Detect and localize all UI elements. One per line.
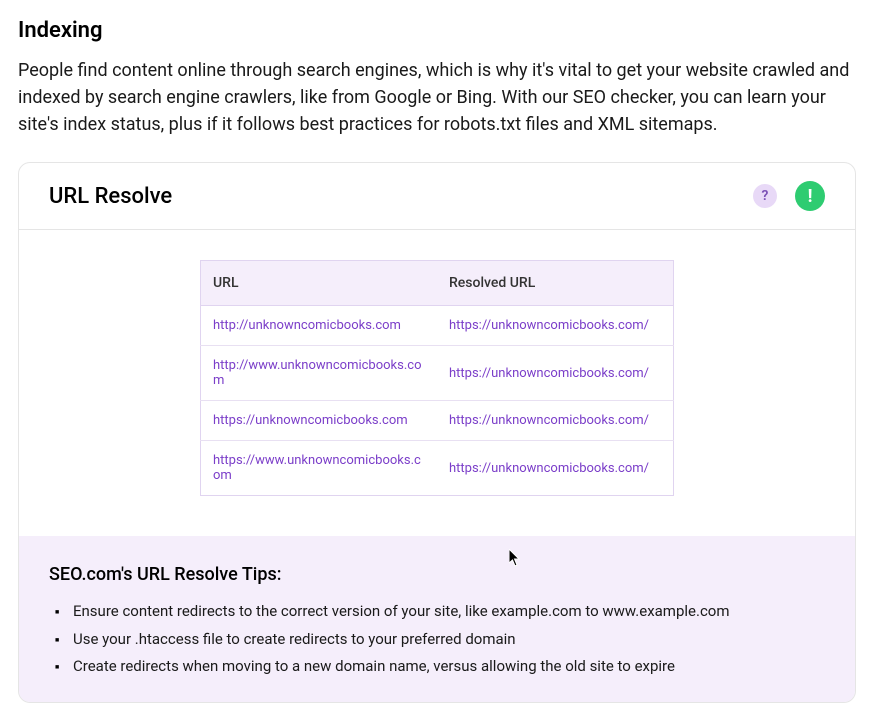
table-row: https://www.unknowncomicbooks.com https:… <box>201 441 674 496</box>
table-row: http://unknowncomicbooks.com https://unk… <box>201 306 674 346</box>
url-link[interactable]: http://www.unknowncomicbooks.com <box>213 358 422 388</box>
section-title: Indexing <box>18 18 856 43</box>
tips-list: Ensure content redirects to the correct … <box>49 599 825 680</box>
resolved-url-link[interactable]: https://unknowncomicbooks.com/ <box>449 413 649 428</box>
card-header: URL Resolve ? ! <box>19 163 855 230</box>
table-row: http://www.unknowncomicbooks.com https:/… <box>201 346 674 401</box>
url-link[interactable]: https://unknowncomicbooks.com <box>213 413 408 428</box>
url-resolve-card: URL Resolve ? ! URL Resolved URL http://… <box>18 162 856 703</box>
table-row: https://unknowncomicbooks.com https://un… <box>201 401 674 441</box>
url-link[interactable]: https://www.unknowncomicbooks.com <box>213 453 421 483</box>
table-header-resolved: Resolved URL <box>437 261 674 306</box>
tip-item: Ensure content redirects to the correct … <box>73 599 825 625</box>
resolved-url-link[interactable]: https://unknowncomicbooks.com/ <box>449 461 649 476</box>
tips-section: SEO.com's URL Resolve Tips: Ensure conte… <box>19 536 855 702</box>
resolved-url-link[interactable]: https://unknowncomicbooks.com/ <box>449 318 649 333</box>
header-icons: ? ! <box>753 181 825 211</box>
url-resolve-table: URL Resolved URL http://unknowncomicbook… <box>200 260 674 496</box>
card-body: URL Resolved URL http://unknowncomicbook… <box>19 230 855 536</box>
tips-title: SEO.com's URL Resolve Tips: <box>49 564 825 585</box>
resolved-url-link[interactable]: https://unknowncomicbooks.com/ <box>449 366 649 381</box>
help-icon[interactable]: ? <box>753 184 777 208</box>
card-title: URL Resolve <box>49 184 172 209</box>
status-ok-icon: ! <box>795 181 825 211</box>
table-header-url: URL <box>201 261 438 306</box>
tip-item: Use your .htaccess file to create redire… <box>73 627 825 653</box>
tip-item: Create redirects when moving to a new do… <box>73 654 825 680</box>
section-description: People find content online through searc… <box>18 57 856 138</box>
url-link[interactable]: http://unknowncomicbooks.com <box>213 318 401 333</box>
